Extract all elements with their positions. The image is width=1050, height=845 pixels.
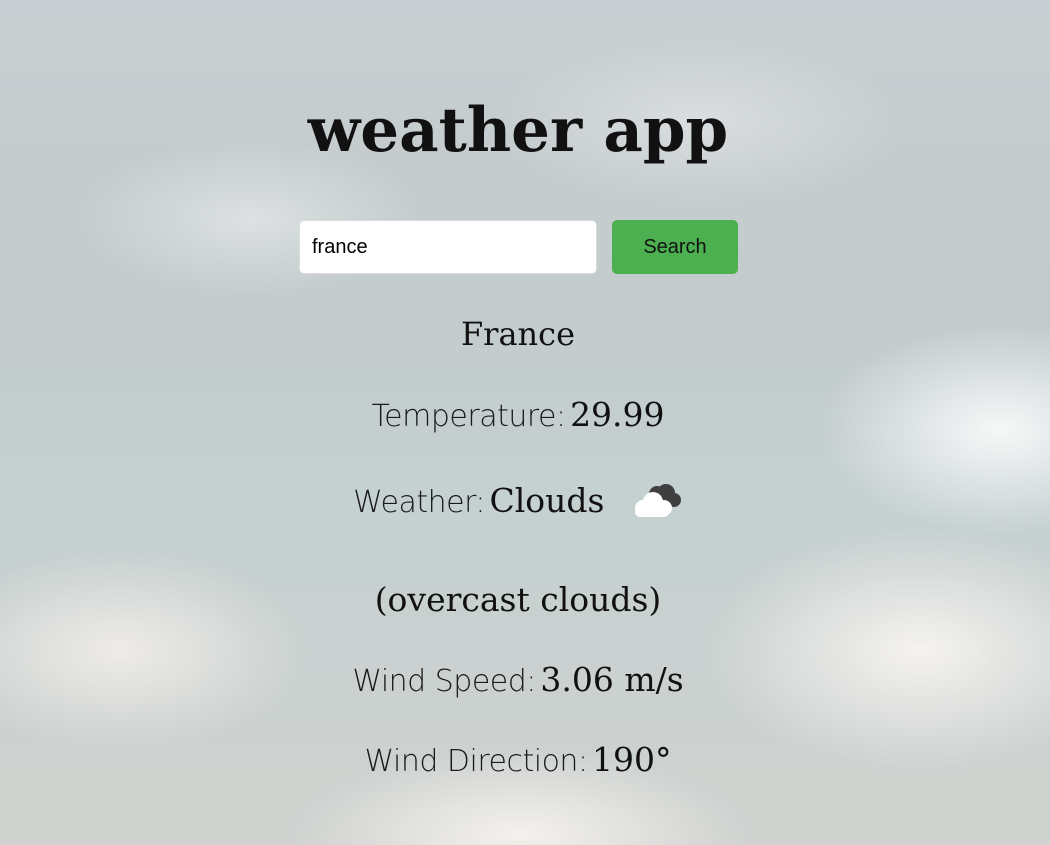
weather-row: Weather: Clouds — [0, 478, 1036, 531]
wind-speed-value: 3.06 m/s — [540, 660, 684, 699]
temperature-value: 29.99 — [570, 395, 665, 434]
weather-app: weather app Search France Temperature: 2… — [0, 0, 1050, 845]
search-input[interactable] — [299, 220, 597, 274]
weather-value: Clouds — [489, 481, 605, 520]
city-name: France — [460, 315, 576, 353]
search-button[interactable]: Search — [612, 220, 738, 274]
cloud-icon — [627, 482, 683, 522]
weather-label: Weather: — [353, 485, 485, 520]
temperature-row: Temperature: 29.99 — [0, 392, 1036, 445]
search-bar: Search — [299, 220, 739, 274]
wind-speed-row: Wind Speed: 3.06 m/s — [0, 657, 1036, 710]
app-title: weather app — [307, 95, 729, 166]
wind-direction-value: 190° — [592, 740, 672, 779]
wind-direction-label: Wind Direction: — [364, 744, 588, 779]
weather-description: (overcast clouds) — [374, 580, 662, 619]
wind-speed-label: Wind Speed: — [352, 664, 536, 699]
temperature-label: Temperature: — [371, 399, 566, 434]
wind-direction-row: Wind Direction: 190° — [0, 737, 1036, 790]
